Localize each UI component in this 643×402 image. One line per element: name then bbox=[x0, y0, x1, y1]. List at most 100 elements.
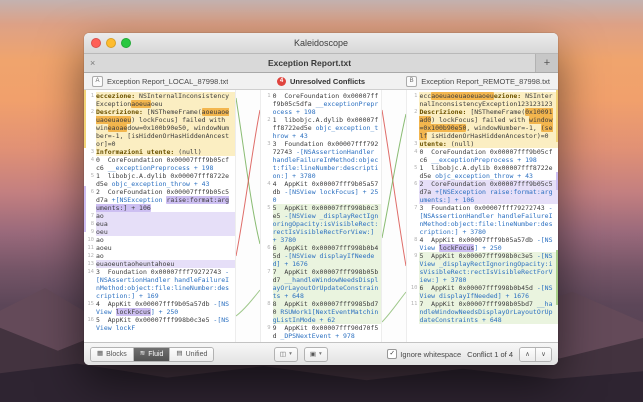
diff-line[interactable]: 11aoeu bbox=[84, 244, 235, 252]
diff-line-text: 3 Foundation 0x00007fff79272743 -[NSAsse… bbox=[419, 204, 558, 236]
file-a-name: Exception Report_LOCAL_87998.txt bbox=[107, 77, 228, 86]
diff-line[interactable]: 117 AppKit 0x00007fff998b05bd7 __handleW… bbox=[407, 300, 558, 324]
line-number: 3 bbox=[261, 140, 273, 180]
line-number: 7 bbox=[407, 204, 419, 236]
diff-line[interactable]: 51 libobjc.A.dylib 0x00007fff8722ed5e ob… bbox=[84, 172, 235, 188]
diff-line-text: Informazioni utente: (null) bbox=[96, 148, 235, 156]
diff-line[interactable]: 10ao bbox=[84, 236, 235, 244]
next-conflict-button[interactable]: ∨ bbox=[536, 348, 551, 361]
tab-close-icon[interactable]: × bbox=[90, 59, 95, 68]
diff-line[interactable]: 21 libobjc.A.dylib 0x00007fff8722ed5e ob… bbox=[261, 116, 382, 140]
diff-line-text: ao bbox=[96, 212, 235, 220]
diff-line[interactable]: 44 AppKit 0x00007fff9b05a57db -[NSView l… bbox=[261, 180, 382, 204]
ignore-whitespace-checkbox[interactable]: ✓ Ignore whitespace bbox=[387, 349, 461, 359]
line-number: 7 bbox=[261, 268, 273, 300]
diff-line[interactable]: 62 CoreFoundation 0x00007fff9b05c5d7a +[… bbox=[84, 188, 235, 212]
diff-line[interactable]: 13euaoeuntaoheuntahoeu bbox=[84, 260, 235, 268]
diff-line-text: 8 AppKit 0x00007fff9985bd70 RSUWork1[Nex… bbox=[273, 300, 382, 324]
blocks-icon: ▦ bbox=[97, 351, 103, 358]
diff-line[interactable]: 51 libobjc.A.dylib 0x00007fff8722ed5e ob… bbox=[407, 164, 558, 180]
diff-line-text: aoeu bbox=[96, 244, 235, 252]
diff-line[interactable]: 9oeu bbox=[84, 228, 235, 236]
diff-line[interactable]: 3Informazioni utente: (null) bbox=[84, 148, 235, 156]
diff-line[interactable]: 154 AppKit 0x00007fff9b05a57db -[NSView … bbox=[84, 300, 235, 316]
pane-merged-output: 10 CoreFoundation 0x00007fff9b05c5dfa __… bbox=[261, 90, 382, 342]
diff-line[interactable]: 8eua bbox=[84, 220, 235, 228]
diff-line[interactable]: 62 CoreFoundation 0x00007fff9b05c5d7a +[… bbox=[407, 180, 558, 204]
diff-line[interactable]: 12ao bbox=[84, 252, 235, 260]
diff-line[interactable]: 84 AppKit 0x00007fff9b05a57db -[NSView l… bbox=[407, 236, 558, 252]
view-mode-unified[interactable]: ▤ Unified bbox=[170, 348, 213, 361]
diff-line[interactable]: 99 AppKit 0x00007fff90d70f5d _DPSNextEve… bbox=[261, 324, 382, 340]
diff-line-text: 2 CoreFoundation 0x00007fff9b05c5d7a +[N… bbox=[419, 180, 558, 204]
fluid-icon: ≋ bbox=[140, 351, 145, 358]
line-number: 11 bbox=[407, 300, 419, 324]
line-number: 3 bbox=[407, 140, 419, 148]
view-mode-blocks[interactable]: ▦ Blocks bbox=[91, 348, 134, 361]
diff-line-text: eua bbox=[96, 220, 235, 228]
diff-line[interactable]: 106 AppKit 0x00007fff998b0b45d -[NSView … bbox=[407, 284, 558, 300]
display-options-button[interactable]: ▣ ▾ bbox=[304, 347, 328, 362]
diff-line[interactable]: 77 AppKit 0x00007fff998b05bd7 __handleWi… bbox=[261, 268, 382, 300]
line-number: 4 bbox=[407, 148, 419, 164]
diff-line[interactable]: 40 CoreFoundation 0x00007fff9b05cfc6 __e… bbox=[84, 156, 235, 172]
diff-line[interactable]: 1eccaoeuaoeuaoeuaoeuezione: NSInternalIn… bbox=[407, 92, 558, 108]
diff-line-text: 1 libobjc.A.dylib 0x00007fff8722ed5e obj… bbox=[96, 172, 235, 188]
traffic-lights bbox=[91, 33, 131, 53]
line-number: 9 bbox=[407, 252, 419, 284]
diff-line[interactable]: 1eccezione: NSInternalInconsistencyExcep… bbox=[84, 92, 235, 108]
diff-line-text: 4 AppKit 0x00007fff9b05a57db -[NSView lo… bbox=[419, 236, 558, 252]
diff-line[interactable]: 33 Foundation 0x00007fff79272743 -[NSAss… bbox=[261, 140, 382, 180]
blocks-label: Blocks bbox=[106, 351, 127, 358]
diff-line[interactable]: 3utente: (null) bbox=[407, 140, 558, 148]
diff-line[interactable]: 7ao bbox=[84, 212, 235, 220]
conflict-status-label: Unresolved Conflicts bbox=[290, 77, 365, 86]
diff-line[interactable]: 2Descrizione: [NSThemeFrame(aoeuaoeuaoeu… bbox=[84, 108, 235, 148]
diff-line[interactable]: 66 AppKit 0x00007fff998b0b45d -[NSView d… bbox=[261, 244, 382, 268]
file-a-badge: A bbox=[92, 76, 103, 87]
diff-line[interactable]: 73 Foundation 0x00007fff79272743 -[NSAss… bbox=[407, 204, 558, 236]
checkbox-check-icon: ✓ bbox=[387, 349, 397, 359]
close-window-button[interactable] bbox=[91, 38, 101, 48]
line-number: 2 bbox=[407, 108, 419, 140]
line-number: 9 bbox=[261, 324, 273, 340]
file-header-left: A Exception Report_LOCAL_87998.txt bbox=[92, 76, 277, 87]
diff-line-text: 5 AppKit 0x00007fff998b0c3e5 -[NSView _d… bbox=[419, 252, 558, 284]
diff-line[interactable]: 10 CoreFoundation 0x00007fff9b05c5dfa __… bbox=[261, 92, 382, 116]
diff-line-text: 1 libobjc.A.dylib 0x00007fff8722ed5e obj… bbox=[273, 116, 382, 140]
minimize-window-button[interactable] bbox=[106, 38, 116, 48]
unified-icon: ▤ bbox=[176, 351, 182, 358]
zoom-window-button[interactable] bbox=[121, 38, 131, 48]
line-number: 6 bbox=[261, 244, 273, 268]
connector-lines-right bbox=[382, 90, 406, 342]
diff-line-text: 7 AppKit 0x00007fff998b05bd7 __handleWin… bbox=[419, 300, 558, 324]
diff-line[interactable]: 143 Foundation 0x00007fff79272743 -[NSAs… bbox=[84, 268, 235, 300]
window-titlebar[interactable]: Kaleidoscope bbox=[84, 33, 558, 54]
diff-line[interactable]: 165 AppKit 0x00007fff998b0c3e5 -[NSView … bbox=[84, 316, 235, 332]
diff-line-text: 9 AppKit 0x00007fff90d70f5d _DPSNextEven… bbox=[273, 324, 382, 340]
diff-line-text: 2 CoreFoundation 0x00007fff9b05c5d7a +[N… bbox=[96, 188, 235, 212]
line-number: 1 bbox=[261, 92, 273, 116]
diff-line[interactable]: 40 CoreFoundation 0x00007fff9b05cfc6 __e… bbox=[407, 148, 558, 164]
pane-a-local: 1eccezione: NSInternalInconsistencyExcep… bbox=[84, 90, 235, 342]
previous-conflict-button[interactable]: ∧ bbox=[520, 348, 536, 361]
line-number: 4 bbox=[261, 180, 273, 204]
diff-line-text: ao bbox=[96, 236, 235, 244]
diff-line-text: 0 CoreFoundation 0x00007fff9b05cfc6 __ex… bbox=[419, 148, 558, 164]
diff-line-text: 7 AppKit 0x00007fff998b05bd7 __handleWin… bbox=[273, 268, 382, 300]
new-tab-button[interactable]: + bbox=[536, 54, 558, 72]
diff-line[interactable]: 88 AppKit 0x00007fff9985bd70 RSUWork1[Ne… bbox=[261, 300, 382, 324]
tab-exception-report[interactable]: × Exception Report.txt bbox=[84, 54, 536, 72]
tab-bar: × Exception Report.txt + bbox=[84, 54, 558, 73]
diff-content-area: 1eccezione: NSInternalInconsistencyExcep… bbox=[84, 90, 558, 342]
diff-line[interactable]: 55 AppKit 0x00007fff998b0c3e5 -[NSView _… bbox=[261, 204, 382, 244]
line-number: 8 bbox=[261, 300, 273, 324]
diff-line-text: 6 AppKit 0x00007fff998b0b45d -[NSView di… bbox=[419, 284, 558, 300]
conflict-counter: Conflict 1 of 4 bbox=[467, 350, 513, 359]
layout-icon: ◫ bbox=[280, 350, 286, 358]
diff-line[interactable]: 95 AppKit 0x00007fff998b0c3e5 -[NSView _… bbox=[407, 252, 558, 284]
diff-line-text: 3 Foundation 0x00007fff79272743 -[NSAsse… bbox=[273, 140, 382, 180]
layout-menu-button[interactable]: ◫ ▾ bbox=[274, 347, 298, 362]
view-mode-fluid[interactable]: ≋ Fluid bbox=[134, 348, 171, 361]
diff-line[interactable]: 2Descrizione: [NSThemeFrame(0x10091ad0) … bbox=[407, 108, 558, 140]
